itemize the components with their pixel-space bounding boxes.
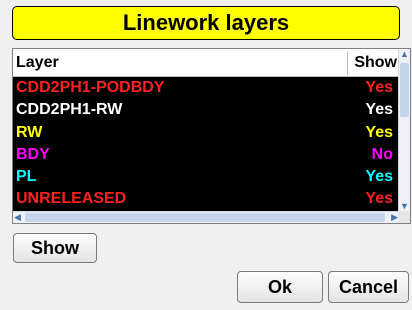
table-header: Layer Show xyxy=(13,49,399,77)
layer-name: RW xyxy=(16,123,43,141)
layers-table[interactable]: Layer Show CDD2PH1-PODBDY Yes CDD2PH1-RW… xyxy=(12,48,411,224)
layer-show-value: Yes xyxy=(365,101,393,119)
layer-show-value: Yes xyxy=(365,123,393,141)
show-button[interactable]: Show xyxy=(13,233,97,263)
table-body: CDD2PH1-PODBDY Yes CDD2PH1-RW Yes RW Yes… xyxy=(13,77,399,211)
scrollbar-corner xyxy=(398,211,410,223)
ok-button[interactable]: Ok xyxy=(237,271,323,303)
table-row[interactable]: CDD2PH1-RW Yes xyxy=(13,99,399,121)
column-header-layer[interactable]: Layer xyxy=(16,54,59,72)
vertical-scroll-thumb[interactable] xyxy=(400,63,409,117)
scroll-down-arrow-icon[interactable]: ▼ xyxy=(400,201,409,211)
horizontal-scroll-thumb[interactable] xyxy=(25,213,385,222)
layer-name: PL xyxy=(16,168,37,186)
table-row[interactable]: CDD2PH1-PODBDY Yes xyxy=(13,77,399,99)
layer-name: CDD2PH1-RW xyxy=(16,101,123,119)
layer-show-value: No xyxy=(371,145,393,163)
layer-name: BDY xyxy=(16,145,50,163)
dialog-title: Linework layers xyxy=(12,6,400,40)
table-row[interactable]: UNRELEASED Yes xyxy=(13,188,399,210)
layer-show-value: Yes xyxy=(365,190,393,208)
table-row[interactable]: RW Yes xyxy=(13,122,399,144)
horizontal-scrollbar[interactable]: ◀ ▶ xyxy=(13,211,399,223)
scroll-up-arrow-icon[interactable]: ▲ xyxy=(400,49,409,59)
layer-name: CDD2PH1-PODBDY xyxy=(16,79,165,96)
table-row[interactable]: BDY No xyxy=(13,144,399,166)
column-divider[interactable] xyxy=(347,51,348,75)
layer-show-value: Yes xyxy=(365,79,393,96)
scroll-left-arrow-icon[interactable]: ◀ xyxy=(14,212,21,223)
column-header-show[interactable]: Show xyxy=(354,54,397,72)
vertical-scrollbar[interactable]: ▲ ▼ xyxy=(398,49,410,211)
cancel-button[interactable]: Cancel xyxy=(328,271,409,303)
layer-show-value: Yes xyxy=(365,168,393,186)
scroll-right-arrow-icon[interactable]: ▶ xyxy=(391,212,398,223)
layer-name: UNRELEASED xyxy=(16,190,127,208)
table-row[interactable]: PL Yes xyxy=(13,166,399,188)
